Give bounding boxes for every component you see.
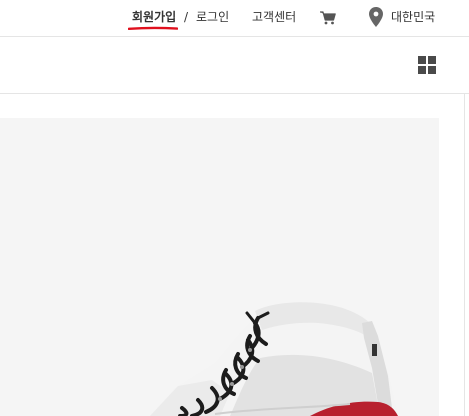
utility-bar: 회원가입 / 로그인 고객센터 대한민국 [0, 0, 469, 37]
login-link[interactable]: 로그인 [196, 9, 229, 25]
signup-underline [128, 26, 178, 30]
cart-icon[interactable] [320, 11, 336, 25]
grid-view-icon[interactable] [418, 56, 436, 74]
country-selector[interactable]: 대한민국 [391, 9, 435, 25]
signup-link[interactable]: 회원가입 [132, 9, 176, 25]
sneaker-image [150, 302, 398, 416]
content-divider [464, 94, 465, 416]
product-image[interactable] [0, 118, 439, 416]
link-separator: / [184, 10, 189, 24]
page: 회원가입 / 로그인 고객센터 대한민국 [0, 0, 469, 416]
main-nav-bar [0, 37, 469, 94]
help-center-link[interactable]: 고객센터 [252, 9, 296, 25]
location-pin-icon[interactable] [369, 7, 383, 27]
